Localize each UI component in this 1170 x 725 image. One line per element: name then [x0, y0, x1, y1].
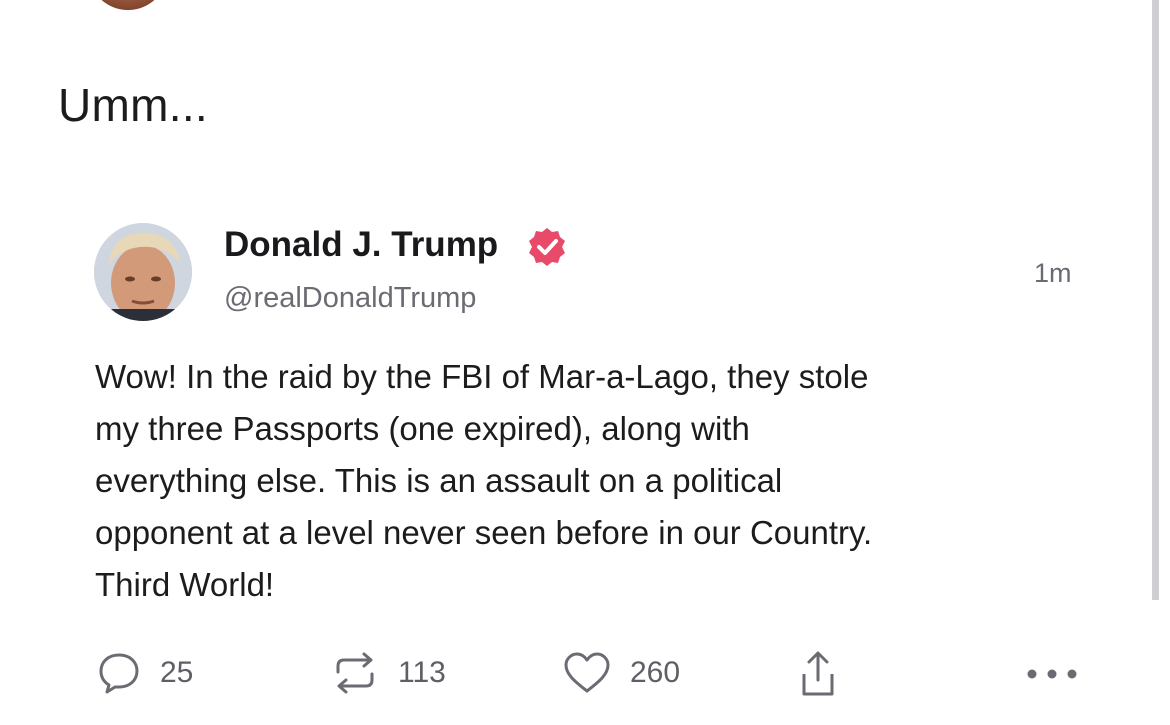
author-photo	[94, 223, 192, 321]
commenter-avatar[interactable]	[88, 0, 168, 10]
reply-count: 25	[160, 656, 194, 689]
share-button[interactable]	[798, 650, 838, 698]
scrollbar[interactable]	[1152, 0, 1159, 600]
post-body-line: everything else. This is an assault on a…	[95, 462, 783, 499]
post-timestamp: 1m	[1034, 258, 1072, 288]
like-button[interactable]: 260	[562, 650, 680, 696]
post-body-line: my three Passports (one expired), along …	[95, 410, 750, 447]
comment-text: Umm...	[58, 79, 208, 131]
more-button[interactable]	[1024, 666, 1080, 682]
author-avatar[interactable]	[94, 223, 192, 321]
post-body-line: Third World!	[95, 566, 275, 603]
post-body-line: Wow! In the raid by the FBI of Mar-a-Lag…	[95, 358, 869, 395]
post-screen: Umm... Donald J. Trump @realDonaldTrump …	[0, 0, 1170, 725]
share-icon	[802, 651, 834, 696]
author-handle[interactable]: @realDonaldTrump	[224, 282, 476, 315]
repost-count: 113	[398, 656, 446, 689]
verified-badge-icon	[529, 228, 565, 266]
author-name[interactable]: Donald J. Trump	[224, 225, 498, 265]
repost-button[interactable]: 113	[330, 650, 446, 696]
reply-icon	[99, 653, 139, 694]
post-body-line: opponent at a level never seen before in…	[95, 514, 873, 551]
post-body: Wow! In the raid by the FBI of Mar-a-Lag…	[95, 351, 1095, 611]
reply-button[interactable]: 25	[96, 650, 193, 696]
like-count: 260	[630, 656, 681, 689]
heart-icon	[564, 652, 610, 693]
repost-icon	[336, 652, 374, 694]
more-icon	[1027, 669, 1077, 679]
